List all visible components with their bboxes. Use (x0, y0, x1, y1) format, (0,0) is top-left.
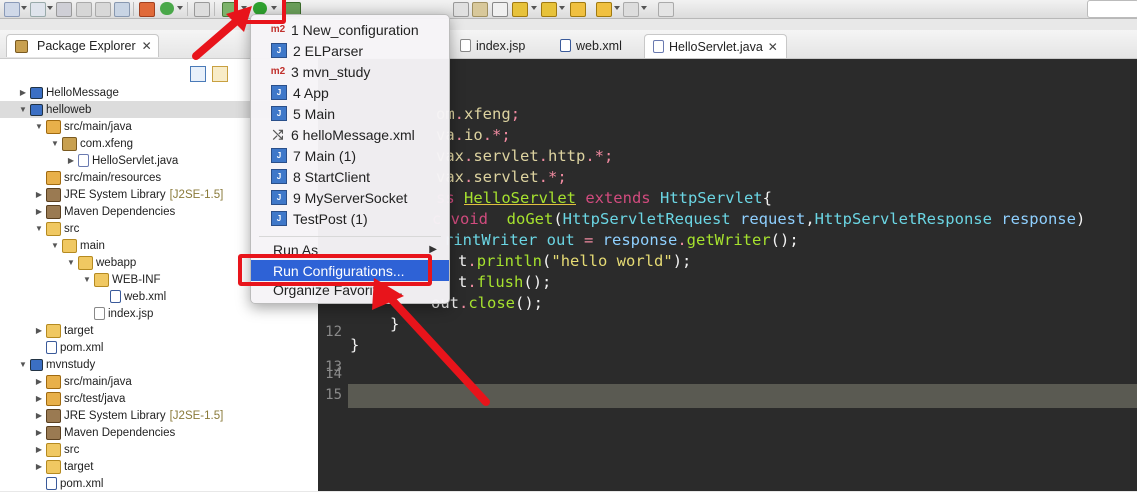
arrow-to-run-button (192, 6, 252, 60)
arrow-to-run-configurations (372, 278, 490, 406)
annotation-arrows (192, 6, 490, 406)
